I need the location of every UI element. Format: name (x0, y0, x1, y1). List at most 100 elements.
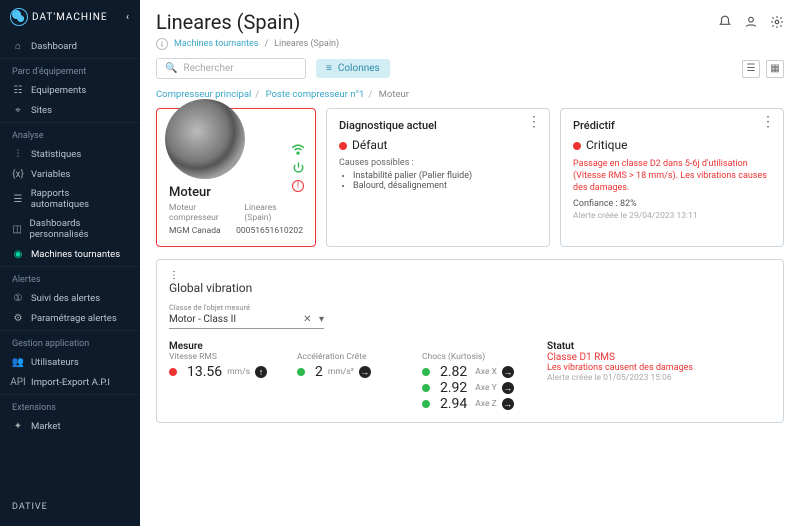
search-icon: 🔍 (165, 63, 177, 74)
shocks-label: Chocs (Kurtosis) (422, 352, 517, 362)
sidebar-item-label: Statistiques (31, 149, 81, 160)
rotating-icon: ◉ (12, 248, 24, 260)
sidebar-item-utilisateurs[interactable]: 👥Utilisateurs (0, 352, 140, 372)
diagnostic-card: ⋮ Diagnostique actuel Défaut Causes poss… (326, 108, 550, 247)
logo-row: DAT'MACHINE ‹ (0, 8, 140, 36)
status-dot-green (422, 368, 430, 376)
measure-unit: mm/s² (328, 367, 354, 377)
sidebar-section-parc: Parc d'équipement (0, 58, 140, 80)
causes-list: Instabilité palier (Palier fluide) Balou… (339, 171, 537, 191)
search-placeholder: Rechercher (183, 63, 233, 74)
cause-item: Instabilité palier (Palier fluide) (353, 171, 537, 181)
machine-site: Lineares (Spain) (244, 203, 303, 223)
sidebar-item-label: Sites (31, 105, 52, 116)
sidebar-item-dashboard[interactable]: ⌂ Dashboard (0, 36, 140, 56)
sidebar-item-label: Equipements (31, 85, 86, 96)
wifi-icon (291, 143, 305, 155)
status-created: Alerte créée le 01/05/2023 15:06 (547, 373, 693, 383)
view-toggle: ☰ ▦ (742, 60, 784, 78)
sidebar-item-param-alertes[interactable]: ⚙Paramétrage alertes (0, 308, 140, 328)
status-dot-green (297, 368, 305, 376)
status-class: Classe D1 RMS (547, 352, 693, 363)
more-icon[interactable]: ⋮ (761, 117, 775, 127)
clear-icon[interactable]: ✕ ▾ (303, 314, 324, 325)
trend-up-icon: ↑ (255, 366, 267, 378)
sidebar-item-market[interactable]: ✦Market (0, 416, 140, 436)
sidebar-item-label: Machines tournantes (31, 249, 120, 260)
bell-icon: ① (12, 292, 24, 304)
class-select-value: Motor - Class II (169, 314, 236, 325)
view-grid-icon[interactable]: ▦ (766, 60, 784, 78)
trend-right-icon: → (359, 366, 371, 378)
sidebar-item-statistiques[interactable]: ⫶ Statistiques (0, 144, 140, 164)
cause-item: Balourd, désalignement (353, 181, 537, 191)
sidebar-item-equipements[interactable]: ☷Equipements (0, 80, 140, 100)
sidebar-item-variables[interactable]: {x} Variables (0, 164, 140, 184)
status-dot-red (339, 142, 347, 150)
machine-image (165, 99, 245, 179)
view-list-icon[interactable]: ☰ (742, 60, 760, 78)
more-icon[interactable]: ⋮ (527, 117, 541, 127)
machine-card[interactable]: ! Moteur Moteur compresseur Lineares (Sp… (156, 108, 316, 247)
subcrumb-2[interactable]: Poste compresseur n°1 (266, 89, 365, 100)
top-icons (718, 15, 784, 29)
class-select[interactable]: Classe de l'objet mesuré Motor - Class I… (169, 303, 324, 329)
measure-label: Accélération Crête (297, 352, 392, 362)
shock-value: 2.82 (440, 364, 467, 380)
account-icon[interactable] (744, 15, 758, 29)
stats-icon: ⫶ (12, 148, 24, 160)
diagnostic-title: Diagnostique actuel (339, 119, 537, 132)
machine-type: Moteur compresseur (169, 203, 244, 223)
breadcrumb: i Machines tournantes / Lineares (Spain) (140, 38, 800, 58)
sidebar-item-sites[interactable]: ⌖Sites (0, 100, 140, 120)
measure-title: Mesure (169, 341, 267, 352)
var-icon: {x} (12, 168, 24, 180)
collapse-sidebar-icon[interactable]: ‹ (126, 12, 130, 23)
status-dot-green (422, 384, 430, 392)
crumb-parent[interactable]: Machines tournantes (174, 39, 258, 49)
sidebar-item-dashboards-perso[interactable]: ◫ Dashboards personnalisés (0, 214, 140, 244)
machine-name: Moteur (169, 185, 303, 200)
causes-title: Causes possibles : (339, 158, 537, 168)
sidebar-item-machines-tournantes[interactable]: ◉ Machines tournantes (0, 244, 140, 264)
axis-label: Axe X (475, 367, 497, 377)
status-column: Statut Classe D1 RMS Les vibrations caus… (547, 341, 693, 412)
more-icon[interactable]: ⋮ (169, 270, 179, 281)
topbar: Lineares (Spain) (140, 0, 800, 38)
sidebar-item-rapports[interactable]: ☰ Rapports automatiques (0, 184, 140, 214)
predictive-created: Alerte créée le 29/04/2023 13:11 (573, 211, 771, 221)
sidebar-item-label: Dashboards personnalisés (30, 218, 128, 240)
columns-label: Colonnes (338, 63, 380, 74)
sidebar-item-suivi-alertes[interactable]: ① Suivi des alertes (0, 288, 140, 308)
sidebar-item-label: Utilisateurs (31, 357, 79, 368)
axis-label: Axe Y (475, 383, 496, 393)
sidebar-section-alertes: Alertes (0, 266, 140, 288)
sub-breadcrumb: Compresseur principal/ Poste compresseur… (140, 89, 800, 108)
columns-button[interactable]: ≡ Colonnes (316, 59, 390, 78)
sidebar-section-extensions: Extensions (0, 394, 140, 416)
report-icon: ☰ (12, 193, 24, 205)
predictive-title: Prédictif (573, 119, 771, 132)
sidebar-item-label: Paramétrage alertes (31, 313, 117, 324)
predictive-message: Passage en classe D2 dans 5-6j d'utilisa… (573, 158, 771, 194)
measure-value: 13.56 (187, 364, 222, 380)
info-icon[interactable]: i (156, 38, 168, 50)
diagnostic-state: Défaut (339, 138, 537, 152)
notifications-icon[interactable] (718, 15, 732, 29)
measure-shocks: Chocs (Kurtosis) 2.82Axe X→ 2.92Axe Y→ 2… (422, 341, 517, 412)
puzzle-icon: ✦ (12, 420, 24, 432)
search-input[interactable]: 🔍 Rechercher (156, 58, 306, 79)
machine-meta: Moteur compresseur Lineares (Spain) (169, 203, 303, 223)
measure-unit: mm/s (227, 367, 250, 377)
sidebar-item-label: Rapports automatiques (31, 188, 128, 210)
sidebar-item-label: Variables (31, 169, 70, 180)
power-icon (292, 161, 305, 174)
measure-value: 2 (315, 364, 323, 380)
dash-icon: ◫ (12, 223, 23, 235)
sidebar-item-import-export[interactable]: APIImport-Export A.P.I (0, 372, 140, 392)
sidebar-item-label: Suivi des alertes (31, 293, 100, 304)
measure-vitesse: Mesure Vitesse RMS 13.56 mm/s ↑ (169, 341, 267, 412)
machine-meta2: MGM Canada 00051651610202 (169, 226, 303, 236)
settings-icon[interactable] (770, 15, 784, 29)
logo-icon (10, 8, 28, 26)
